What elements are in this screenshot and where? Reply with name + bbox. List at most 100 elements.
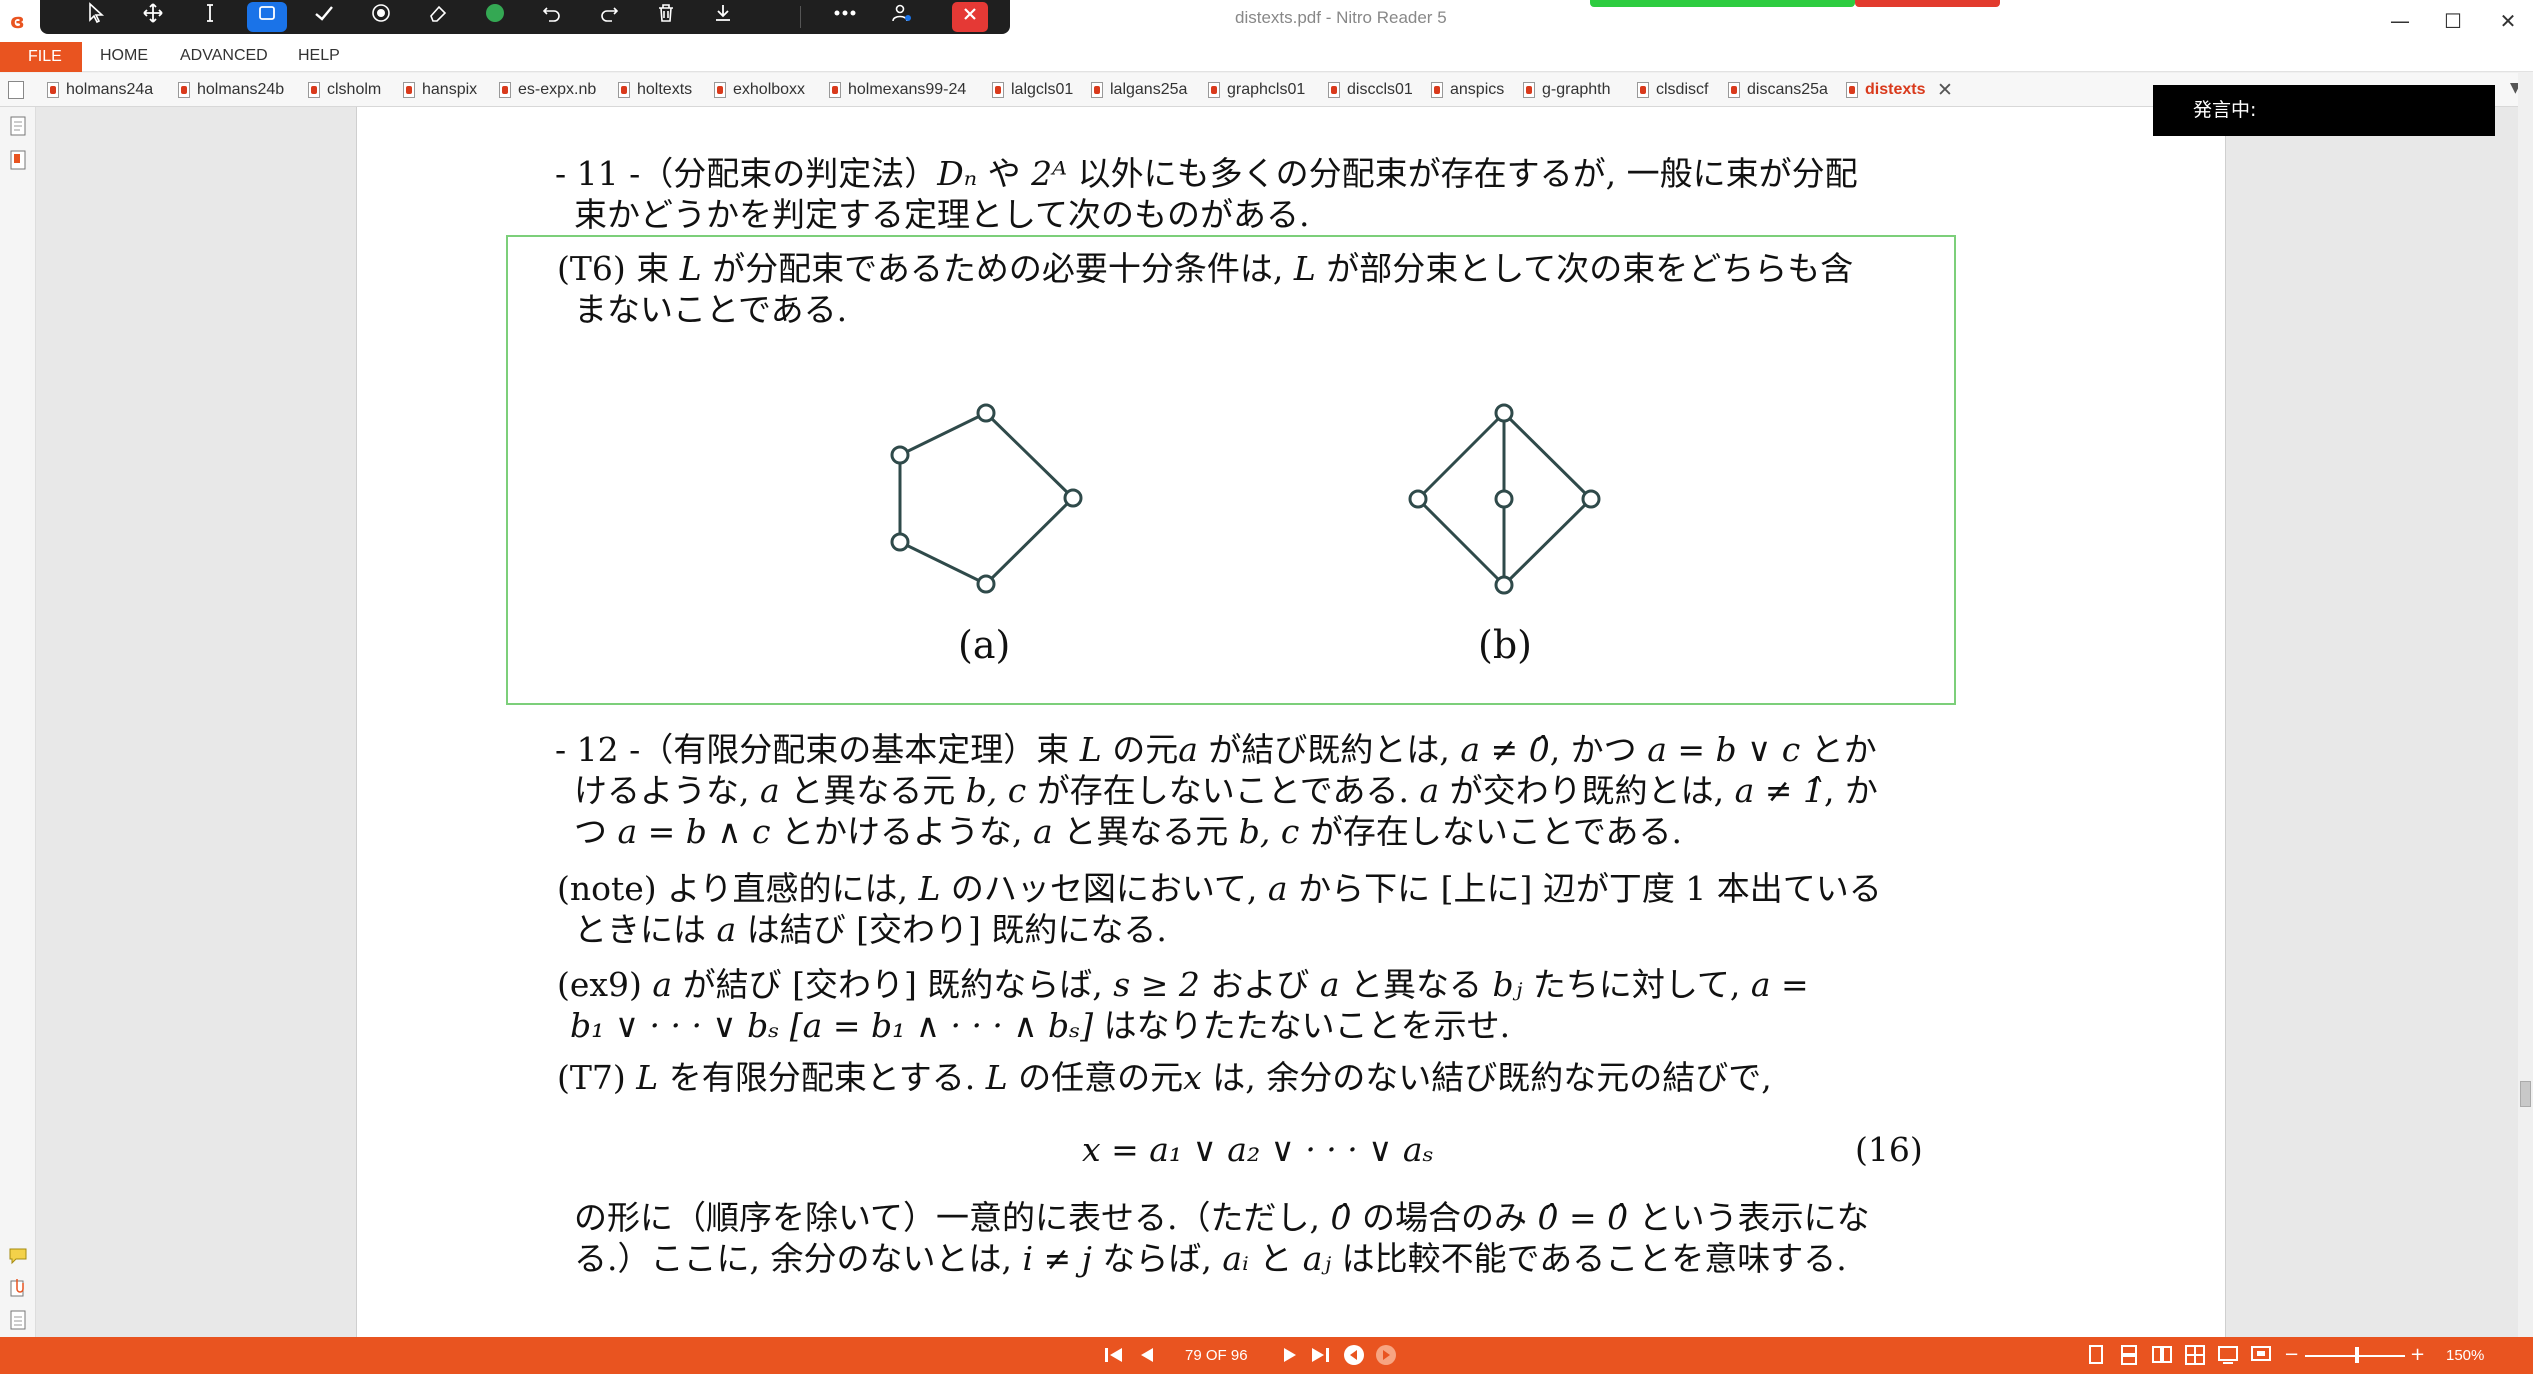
tab-disccls01[interactable]: disccls01 <box>1325 77 1413 103</box>
last-page-icon[interactable] <box>1308 1343 1332 1367</box>
menu-file[interactable]: FILE <box>0 42 82 72</box>
zoom-slider-thumb[interactable] <box>2355 1347 2359 1363</box>
pdf-icon <box>499 82 511 98</box>
note-line2: ときには a は結び [交わり] 既約になる. <box>574 910 1167 949</box>
pdf-icon <box>403 82 415 98</box>
figure-b-diamond-lattice <box>1408 403 1601 595</box>
tab-hanspix[interactable]: hanspix <box>400 77 477 103</box>
t6-line1: (T6) 束 L が分配束であるための必要十分条件は, L が部分束として次の束… <box>557 249 1854 288</box>
pdf-icon <box>992 82 1004 98</box>
pdf-icon <box>1728 82 1740 98</box>
zoom-level[interactable]: 150% <box>2446 1347 2484 1364</box>
trash-icon[interactable] <box>646 2 686 32</box>
meeting-progress-red <box>1855 0 2000 7</box>
window-close-icon[interactable]: ✕ <box>2483 0 2533 42</box>
zoom-in-icon[interactable]: + <box>2410 1343 2425 1367</box>
lattice-node <box>890 445 910 465</box>
pdf-icon <box>178 82 190 98</box>
download-icon[interactable] <box>703 2 743 32</box>
scrollbar-thumb[interactable] <box>2520 1081 2531 1107</box>
next-page-icon[interactable] <box>1278 1343 1302 1367</box>
sec12-line3: つ a = b ∧ c とかけるような, a と異なる元 b, c が存在しない… <box>574 812 1682 851</box>
lattice-node <box>976 403 996 423</box>
first-page-icon[interactable] <box>1102 1343 1126 1367</box>
pages-icon[interactable] <box>8 115 28 137</box>
facing-continuous-view-icon[interactable] <box>2184 1343 2206 1367</box>
tab-holtexts[interactable]: holtexts <box>615 77 692 103</box>
nitro-logo-icon: ɞ <box>10 9 25 33</box>
undo-icon[interactable] <box>532 2 572 32</box>
continuous-view-icon[interactable] <box>2118 1343 2140 1367</box>
move-icon[interactable] <box>133 2 173 32</box>
tab-g-graphth[interactable]: g-graphth <box>1520 77 1611 103</box>
eraser-icon[interactable] <box>418 2 458 32</box>
fit-width-icon[interactable] <box>2217 1343 2239 1367</box>
menu-home[interactable]: HOME <box>100 47 148 65</box>
single-page-view-icon[interactable] <box>2085 1343 2107 1367</box>
people-icon[interactable] <box>882 2 922 32</box>
attachments-icon[interactable] <box>8 1277 28 1299</box>
tab-graphcls01[interactable]: graphcls01 <box>1205 77 1305 103</box>
figure-a-pentagon-lattice <box>890 403 1083 594</box>
sec11-line2: 束かどうかを判定する定理として次のものがある. <box>574 195 1310 234</box>
minimize-icon[interactable]: — <box>2375 0 2425 42</box>
note-line1: (note) より直感的には, L のハッセ図において, a から下に [上に]… <box>557 869 1882 908</box>
tab-holmexans99-24[interactable]: holmexans99-24 <box>826 77 966 103</box>
lattice-node <box>1494 575 1514 595</box>
speaking-indicator: 発言中: <box>2153 85 2495 136</box>
window-title: distexts.pdf - Nitro Reader 5 <box>1235 8 1447 27</box>
pdf-icon <box>1523 82 1535 98</box>
comments-icon[interactable] <box>8 1245 28 1267</box>
tab-lalgcls01[interactable]: lalgcls01 <box>989 77 1073 103</box>
tab-discans25a[interactable]: discans25a <box>1725 77 1828 103</box>
pdf-icon <box>618 82 630 98</box>
t7-line3: の形に（順序を除いて）一意的に表せる.（ただし, 0̂ の場合のみ 0̂ = 0… <box>574 1198 1870 1237</box>
tab-es-expx[interactable]: es-expx.nb <box>496 77 596 103</box>
figure-b-label: (b) <box>1478 623 1532 667</box>
t7-line4: る.）ここに, 余分のないとは, i ≠ j ならば, aᵢ と aⱼ は比較不… <box>574 1239 1847 1278</box>
toolbar-close-icon[interactable] <box>952 2 988 32</box>
color-dot-icon[interactable] <box>475 2 515 32</box>
t6-line2: まないことである. <box>574 290 848 329</box>
text-cursor-icon[interactable] <box>190 2 230 32</box>
tab-clsdiscf[interactable]: clsdiscf <box>1634 77 1708 103</box>
t7-line1: (T7) L を有限分配束とする. L の任意の元x は, 余分のない結び既約な… <box>557 1058 1772 1097</box>
pdf-icon <box>1431 82 1443 98</box>
menu-advanced[interactable]: ADVANCED <box>180 47 268 65</box>
bookmarks-icon[interactable] <box>8 149 28 171</box>
tab-holmans24b[interactable]: holmans24b <box>175 77 284 103</box>
rectangle-icon[interactable] <box>247 2 287 32</box>
maximize-icon[interactable]: ☐ <box>2428 0 2478 42</box>
pdf-icon <box>47 82 59 98</box>
tab-distexts[interactable]: distexts <box>1843 77 1925 103</box>
page-indicator[interactable]: 79 OF 96 <box>1185 1347 1248 1364</box>
tab-holmans24a[interactable]: holmans24a <box>44 77 153 103</box>
redo-icon[interactable] <box>589 2 629 32</box>
pointer-icon[interactable] <box>76 2 116 32</box>
tab-exholboxx[interactable]: exholboxx <box>711 77 805 103</box>
ex9-line2: b₁ ∨ · · · ∨ bₛ [a = b₁ ∧ · · · ∧ bₛ] はな… <box>570 1006 1511 1045</box>
previous-view-icon[interactable] <box>1342 1343 1366 1367</box>
target-icon[interactable] <box>361 2 401 32</box>
pdf-icon <box>1208 82 1220 98</box>
equation-number: (16) <box>1855 1130 1923 1169</box>
left-panel <box>0 107 36 1337</box>
vertical-scrollbar[interactable] <box>2518 73 2533 1337</box>
signatures-icon[interactable] <box>8 1309 28 1331</box>
facing-view-icon[interactable] <box>2151 1343 2173 1367</box>
status-bar: 79 OF 96 − + 150% <box>0 1337 2533 1374</box>
tab-lalgans25a[interactable]: lalgans25a <box>1088 77 1187 103</box>
menu-help[interactable]: HELP <box>298 47 340 65</box>
sec12-line2: けるような, a と異なる元 b, c が存在しないことである. a が交わり既… <box>574 771 1878 810</box>
previous-page-icon[interactable] <box>1135 1343 1159 1367</box>
fullscreen-icon[interactable] <box>2250 1343 2272 1367</box>
next-view-icon[interactable] <box>1374 1343 1398 1367</box>
pdf-icon <box>714 82 726 98</box>
check-icon[interactable] <box>304 2 344 32</box>
tab-anspics[interactable]: anspics <box>1428 77 1504 103</box>
zoom-out-icon[interactable]: − <box>2284 1343 2299 1367</box>
tab-close-icon[interactable]: ✕ <box>1937 77 1953 103</box>
tab-clsholm[interactable]: clsholm <box>305 77 381 103</box>
more-icon[interactable] <box>825 2 865 32</box>
tab-list-icon[interactable] <box>8 81 24 99</box>
